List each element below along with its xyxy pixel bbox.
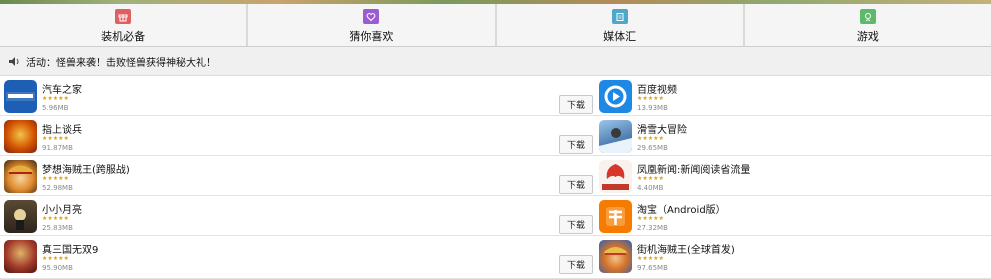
app-item-finger-war[interactable]: 指上谈兵 ★★★★★ 91.87MB 下载 <box>4 116 594 156</box>
table-row: 汽车之家 ★★★★★ 5.96MB 下载 百度视频 ★★★★★ 13.93MB <box>0 76 991 116</box>
download-button[interactable]: 下载 <box>559 95 593 114</box>
app-size: 25.83MB <box>42 224 73 232</box>
rating-stars: ★★★★★ <box>42 255 69 262</box>
app-item-pirate-dream[interactable]: 梦想海贼王(跨服战) ★★★★★ 52.98MB 下载 <box>4 156 594 196</box>
rating-stars: ★★★★★ <box>42 135 69 142</box>
app-name: 真三国无双9 <box>42 245 99 256</box>
app-item-ski-safari[interactable]: 滑雪大冒险 ★★★★★ 29.65MB <box>599 116 989 156</box>
app-size: 13.93MB <box>637 104 668 112</box>
game-icon <box>859 9 876 24</box>
app-list: 汽车之家 ★★★★★ 5.96MB 下载 百度视频 ★★★★★ 13.93MB … <box>0 76 991 279</box>
download-button[interactable]: 下载 <box>559 215 593 234</box>
app-name: 凤凰新闻:新闻阅读省流量 <box>637 165 751 176</box>
rating-stars: ★★★★★ <box>637 215 664 222</box>
table-row: 小小月亮 ★★★★★ 25.83MB 下载 淘宝（Android版） ★★★★★… <box>0 196 991 236</box>
app-size: 5.96MB <box>42 104 69 112</box>
rating-stars: ★★★★★ <box>637 175 664 182</box>
app-size: 29.65MB <box>637 144 668 152</box>
app-item-ifeng-news[interactable]: 凤凰新闻:新闻阅读省流量 ★★★★★ 4.40MB <box>599 156 989 196</box>
tab-label: 猜你喜欢 <box>349 30 394 43</box>
ifeng-news-icon <box>599 160 632 193</box>
app-size: 4.40MB <box>637 184 664 192</box>
three-kingdoms-icon <box>4 240 37 273</box>
app-name: 指上谈兵 <box>42 125 82 136</box>
finger-war-icon <box>4 120 37 153</box>
baidu-video-icon <box>599 80 632 113</box>
app-item-autohome[interactable]: 汽车之家 ★★★★★ 5.96MB 下载 <box>4 76 594 116</box>
app-name: 梦想海贼王(跨服战) <box>42 165 130 176</box>
app-size: 97.65MB <box>637 264 668 272</box>
app-size: 27.32MB <box>637 224 668 232</box>
app-item-three-kingdoms[interactable]: 真三国无双9 ★★★★★ 95.90MB 下载 <box>4 236 594 276</box>
tab-media[interactable]: 媒体汇 <box>497 4 745 46</box>
app-item-arcade-pirate[interactable]: 街机海贼王(全球首发) ★★★★★ 97.65MB <box>599 236 989 276</box>
download-button[interactable]: 下载 <box>559 255 593 274</box>
app-item-little-moon[interactable]: 小小月亮 ★★★★★ 25.83MB 下载 <box>4 196 594 236</box>
taobao-icon <box>599 200 632 233</box>
rating-stars: ★★★★★ <box>42 215 69 222</box>
app-name: 汽车之家 <box>42 85 82 96</box>
app-size: 95.90MB <box>42 264 73 272</box>
autohome-icon <box>4 80 37 113</box>
app-name: 滑雪大冒险 <box>637 125 687 136</box>
download-button[interactable]: 下载 <box>559 135 593 154</box>
tab-label: 装机必备 <box>101 30 146 43</box>
tab-guess-you-like[interactable]: 猜你喜欢 <box>248 4 497 46</box>
app-size: 52.98MB <box>42 184 73 192</box>
app-name: 街机海贼王(全球首发) <box>637 245 735 256</box>
notice-text: 活动：怪兽来袭！击败怪兽获得神秘大礼！ <box>26 57 216 69</box>
table-row: 指上谈兵 ★★★★★ 91.87MB 下载 滑雪大冒险 ★★★★★ 29.65M… <box>0 116 991 156</box>
activity-notice[interactable]: 活动：怪兽来袭！击败怪兽获得神秘大礼！ <box>0 47 991 76</box>
app-size: 91.87MB <box>42 144 73 152</box>
media-icon <box>611 9 628 24</box>
tab-games[interactable]: 游戏 <box>745 4 991 46</box>
arcade-pirate-icon <box>599 240 632 273</box>
ski-safari-icon <box>599 120 632 153</box>
little-moon-icon <box>4 200 37 233</box>
table-row: 梦想海贼王(跨服战) ★★★★★ 52.98MB 下载 凤凰新闻:新闻阅读省流量… <box>0 156 991 196</box>
category-tabs: 装机必备 猜你喜欢 媒体汇 游戏 <box>0 4 991 47</box>
rating-stars: ★★★★★ <box>637 255 664 262</box>
app-item-baidu-video[interactable]: 百度视频 ★★★★★ 13.93MB <box>599 76 989 116</box>
heart-icon <box>363 9 380 24</box>
tab-label: 游戏 <box>856 30 879 43</box>
rating-stars: ★★★★★ <box>637 135 664 142</box>
download-button[interactable]: 下载 <box>559 175 593 194</box>
app-name: 淘宝（Android版） <box>637 205 726 216</box>
app-name: 小小月亮 <box>42 205 82 216</box>
rating-stars: ★★★★★ <box>42 175 69 182</box>
rating-stars: ★★★★★ <box>637 95 664 102</box>
app-item-taobao[interactable]: 淘宝（Android版） ★★★★★ 27.32MB <box>599 196 989 236</box>
rating-stars: ★★★★★ <box>42 95 69 102</box>
app-name: 百度视频 <box>637 85 677 96</box>
tab-essentials[interactable]: 装机必备 <box>0 4 249 46</box>
speaker-icon <box>9 56 21 66</box>
tab-label: 媒体汇 <box>603 30 637 43</box>
table-row: 真三国无双9 ★★★★★ 95.90MB 下载 街机海贼王(全球首发) ★★★★… <box>0 236 991 279</box>
gift-icon <box>115 9 132 24</box>
pirate-dream-icon <box>4 160 37 193</box>
